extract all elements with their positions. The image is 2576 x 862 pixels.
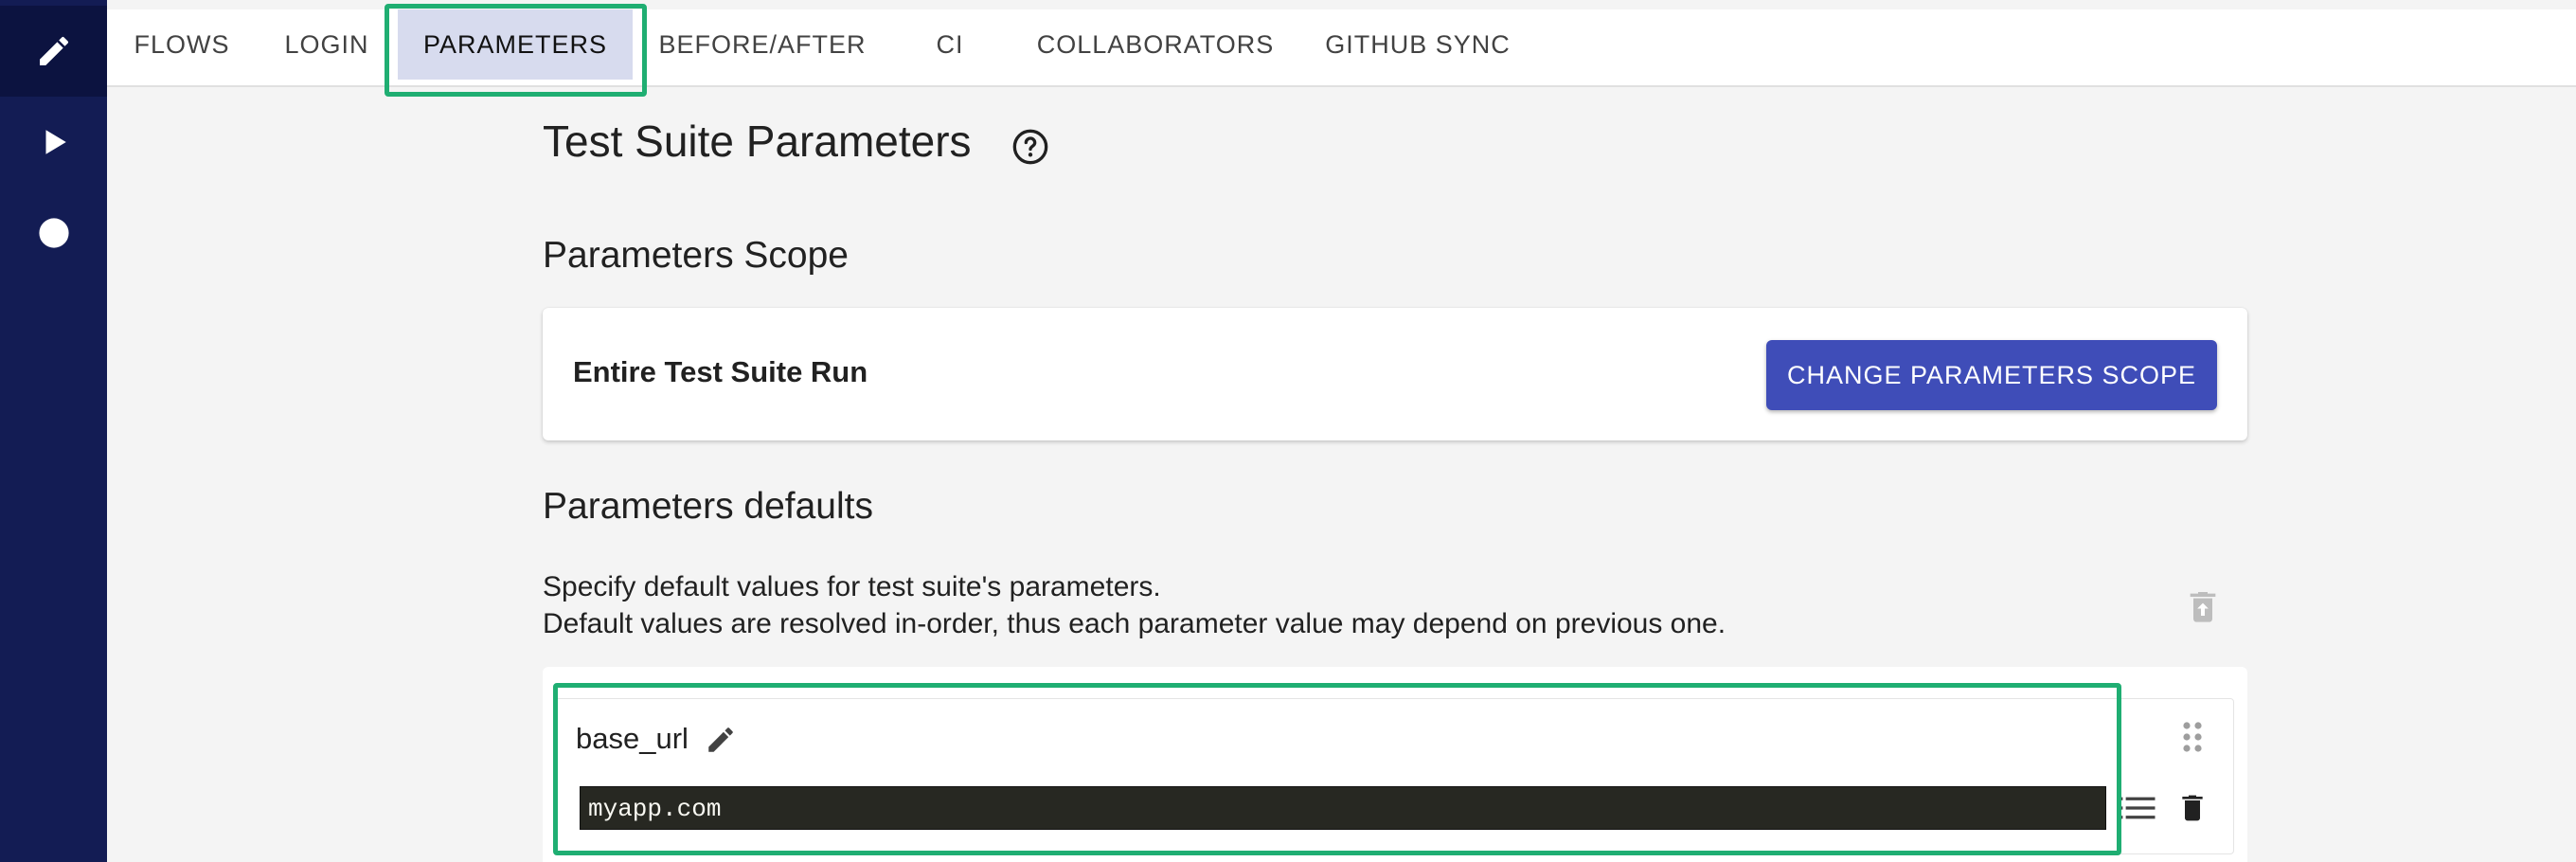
- tab-before-after[interactable]: BEFORE/AFTER: [653, 9, 871, 80]
- tab-collaborators[interactable]: COLLABORATORS: [1032, 9, 1279, 80]
- page-title: Test Suite Parameters: [543, 117, 972, 166]
- edit-parameter-icon[interactable]: [705, 724, 737, 761]
- rail-item-edit[interactable]: [0, 6, 107, 97]
- tab-github-sync[interactable]: GITHUB SYNC: [1318, 9, 1517, 80]
- defaults-heading: Parameters defaults: [543, 486, 874, 527]
- drag-handle-icon[interactable]: [2180, 720, 2205, 759]
- parameter-card: [554, 698, 2234, 854]
- tab-ci[interactable]: CI: [909, 9, 991, 80]
- tab-flows[interactable]: FLOWS: [116, 9, 248, 80]
- parameter-name: base_url: [576, 722, 689, 755]
- help-circle-icon[interactable]: [1011, 128, 1049, 171]
- tab-login[interactable]: LOGIN: [265, 9, 388, 80]
- current-scope-label: Entire Test Suite Run: [573, 355, 868, 388]
- tab-parameters[interactable]: PARAMETERS: [398, 9, 633, 80]
- parameter-value-editor[interactable]: myapp.com: [580, 786, 2106, 830]
- record-icon: [38, 217, 70, 249]
- left-rail: [0, 0, 107, 862]
- pencil-icon: [35, 32, 73, 70]
- delete-parameter-icon[interactable]: [2177, 791, 2208, 830]
- scope-heading: Parameters Scope: [543, 235, 849, 276]
- play-icon: [38, 126, 70, 158]
- restore-trash-icon[interactable]: [2184, 585, 2222, 632]
- change-parameters-scope-button[interactable]: CHANGE PARAMETERS SCOPE: [1766, 340, 2217, 410]
- rail-item-record[interactable]: [0, 188, 107, 278]
- defaults-description-line2: Default values are resolved in-order, th…: [543, 608, 1726, 639]
- scope-card: Entire Test Suite Run CHANGE PARAMETERS …: [543, 308, 2247, 440]
- list-icon[interactable]: [2118, 796, 2156, 825]
- rail-item-run[interactable]: [0, 97, 107, 188]
- defaults-description-line1: Specify default values for test suite's …: [543, 571, 1161, 602]
